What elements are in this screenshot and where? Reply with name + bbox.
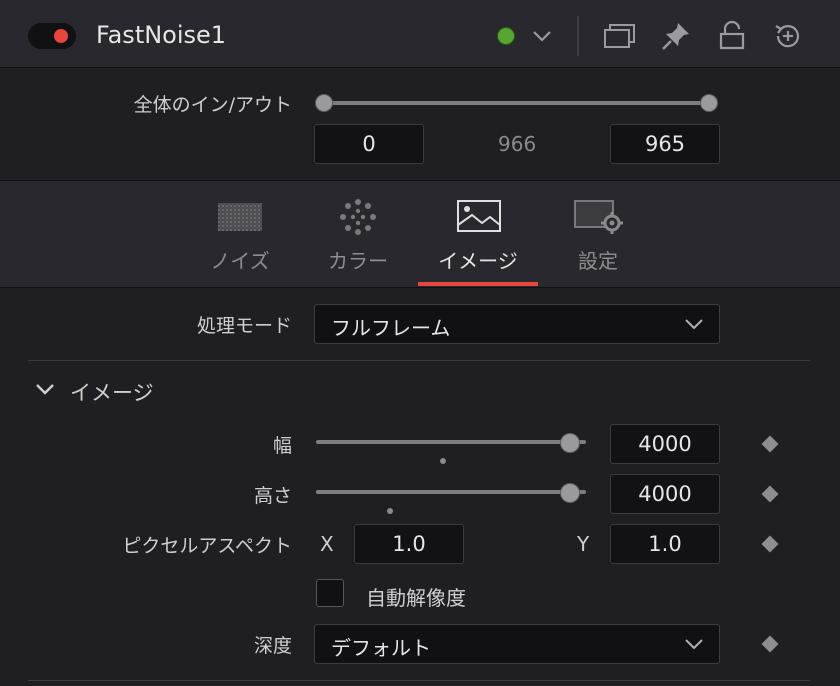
noise-icon bbox=[218, 201, 262, 237]
node-title: FastNoise1 bbox=[96, 21, 227, 49]
global-range-label: 全体のイン/アウト bbox=[133, 94, 292, 116]
chevron-down-icon[interactable] bbox=[530, 26, 554, 46]
window-icon[interactable] bbox=[603, 22, 637, 50]
pixel-aspect-y-field[interactable]: 1.0 bbox=[610, 524, 720, 564]
height-field[interactable]: 4000 bbox=[610, 474, 720, 514]
width-slider-handle[interactable] bbox=[559, 433, 580, 453]
toggle-indicator-icon bbox=[54, 29, 68, 43]
pin-icon[interactable] bbox=[660, 20, 692, 52]
tab-noise[interactable]: ノイズ bbox=[180, 195, 300, 283]
height-slider-handle[interactable] bbox=[559, 483, 580, 503]
tab-settings-label: 設定 bbox=[578, 249, 618, 273]
tab-image[interactable]: イメージ bbox=[418, 195, 538, 283]
image-section-title[interactable]: イメージ bbox=[70, 377, 154, 407]
width-label: 幅 bbox=[272, 435, 292, 457]
tab-settings[interactable]: 設定 bbox=[538, 195, 658, 283]
auto-resolution-checkbox[interactable] bbox=[316, 579, 344, 607]
section-divider-bottom bbox=[28, 680, 810, 681]
auto-resolution-label[interactable]: 自動解像度 bbox=[366, 582, 466, 611]
tab-color[interactable]: カラー bbox=[298, 195, 418, 283]
header-divider bbox=[577, 16, 579, 56]
reset-icon[interactable] bbox=[772, 20, 804, 52]
range-out-handle[interactable] bbox=[700, 94, 718, 112]
depth-dropdown[interactable]: デフォルト bbox=[314, 624, 720, 664]
pixel-aspect-label: ピクセルアスペクト bbox=[122, 535, 292, 557]
pixel-aspect-x-label: X bbox=[320, 532, 334, 556]
color-icon bbox=[338, 197, 378, 241]
tab-image-label: イメージ bbox=[438, 249, 518, 273]
range-out-field[interactable]: 965 bbox=[610, 124, 720, 164]
height-slider[interactable] bbox=[316, 490, 586, 494]
section-divider bbox=[28, 360, 810, 361]
version-color-dot[interactable] bbox=[497, 27, 515, 45]
image-icon bbox=[456, 199, 502, 237]
tab-noise-label: ノイズ bbox=[210, 249, 270, 273]
range-in-handle[interactable] bbox=[315, 94, 333, 112]
pixel-aspect-x-field[interactable]: 1.0 bbox=[354, 524, 464, 564]
depth-label: 深度 bbox=[253, 635, 292, 657]
range-duration: 966 bbox=[498, 132, 537, 156]
width-slider[interactable] bbox=[316, 440, 586, 444]
process-mode-dropdown[interactable]: フルフレーム bbox=[314, 304, 720, 344]
node-enable-toggle[interactable] bbox=[28, 23, 76, 49]
tab-color-label: カラー bbox=[328, 249, 388, 273]
width-field[interactable]: 4000 bbox=[610, 424, 720, 464]
width-default-marker bbox=[440, 458, 446, 464]
pixel-aspect-y-label: Y bbox=[577, 532, 590, 556]
active-tab-indicator bbox=[418, 282, 538, 286]
global-range-track[interactable] bbox=[324, 101, 710, 105]
process-mode-value: フルフレーム bbox=[331, 316, 451, 340]
depth-value: デフォルト bbox=[331, 636, 431, 660]
chevron-down-icon bbox=[683, 635, 705, 657]
process-mode-label: 処理モード bbox=[196, 315, 292, 337]
settings-icon bbox=[574, 199, 626, 239]
range-in-field[interactable]: 0 bbox=[314, 124, 424, 164]
chevron-down-icon bbox=[683, 315, 705, 337]
lock-icon[interactable] bbox=[718, 20, 746, 52]
height-label: 高さ bbox=[253, 485, 292, 507]
collapse-chevron-icon[interactable] bbox=[34, 380, 56, 402]
height-default-marker bbox=[387, 508, 393, 514]
